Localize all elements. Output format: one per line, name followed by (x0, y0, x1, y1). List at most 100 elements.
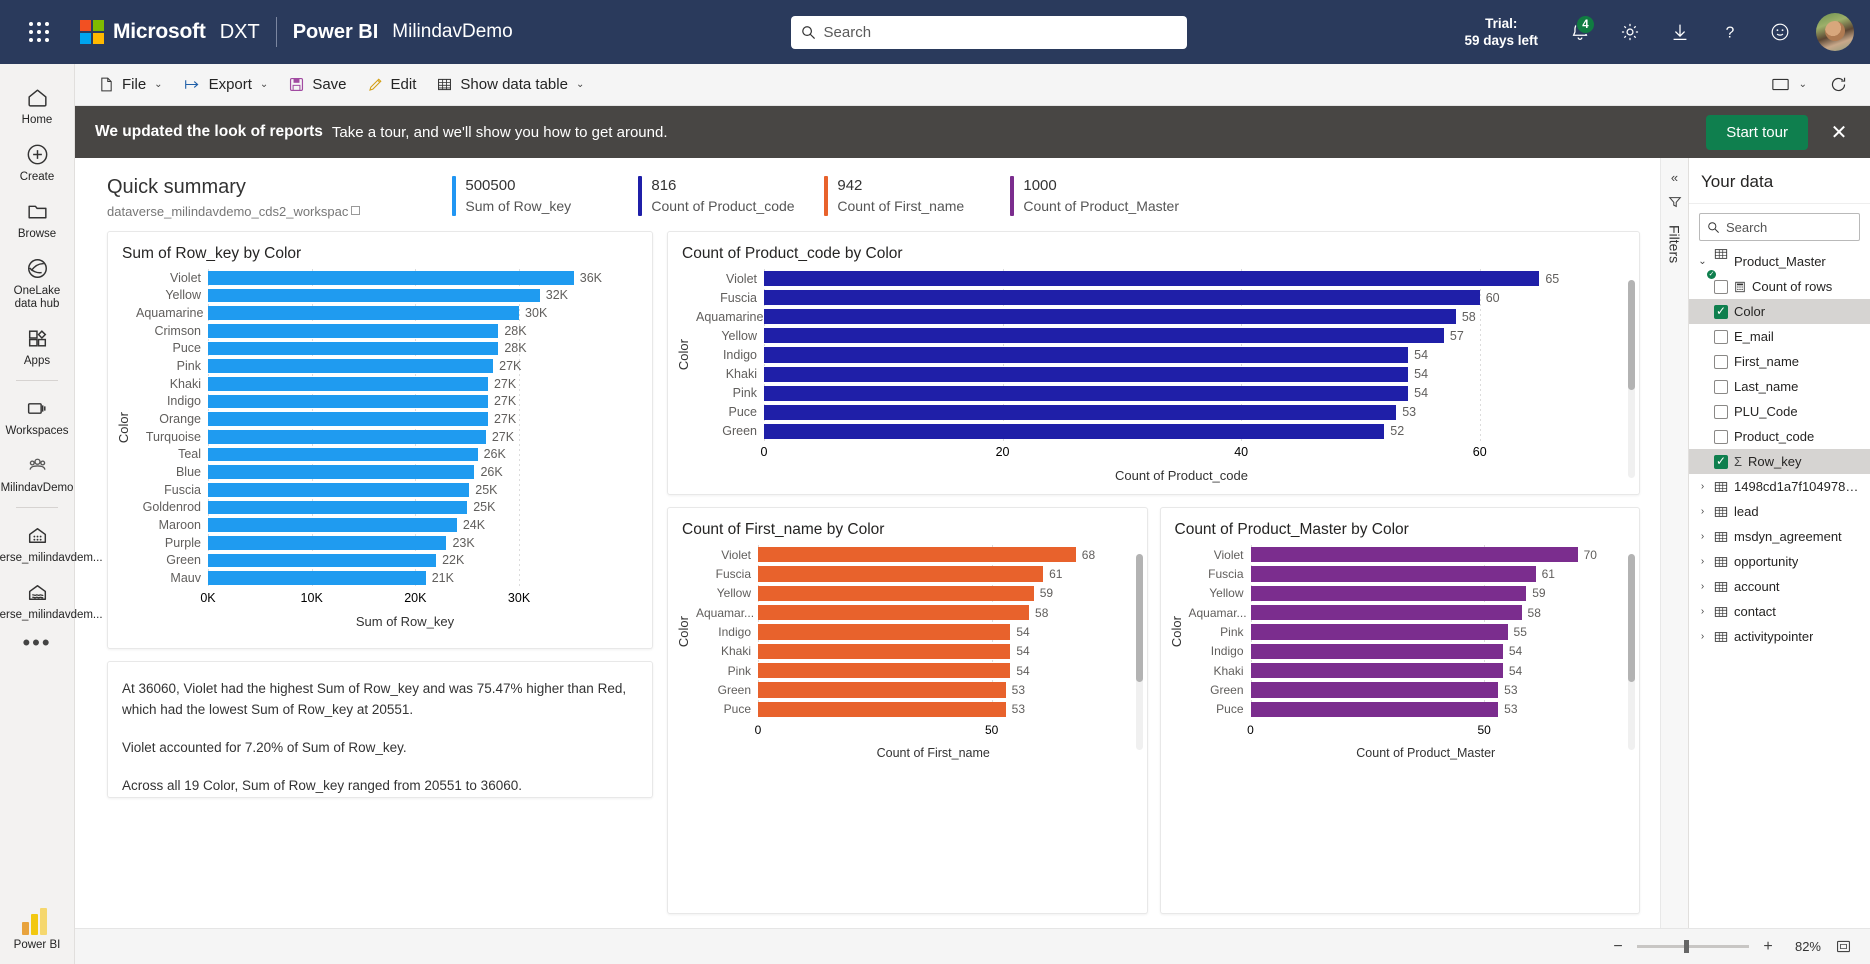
bar-row[interactable]: Teal26K (136, 446, 642, 464)
bar[interactable] (758, 644, 1010, 659)
bar[interactable] (208, 571, 426, 585)
field-checkbox[interactable] (1714, 380, 1728, 394)
data-field-node[interactable]: First_name (1689, 349, 1870, 374)
data-table-node[interactable]: ›contact (1689, 599, 1870, 624)
bar[interactable] (208, 412, 488, 426)
bar-chart[interactable]: ColorViolet70Fuscia61Yellow59Aquamar...5… (1161, 539, 1640, 760)
data-field-node[interactable]: Product_code (1689, 424, 1870, 449)
bar[interactable] (1251, 682, 1499, 697)
bar-row[interactable]: Goldenrod25K (136, 499, 642, 517)
bar-row[interactable]: Yellow32K (136, 287, 642, 305)
kpi-card[interactable]: 816 Count of Product_code (638, 176, 824, 216)
data-table-node[interactable]: ›account (1689, 574, 1870, 599)
field-checkbox[interactable] (1714, 305, 1728, 319)
visual-count-of-product-code-by-color[interactable]: Count of Product_code by Color ColorViol… (667, 231, 1640, 495)
bar[interactable] (764, 367, 1408, 382)
bar-row[interactable]: Fuscia60 (696, 288, 1629, 307)
bar[interactable] (758, 682, 1006, 697)
bar[interactable] (764, 328, 1444, 343)
field-checkbox[interactable] (1714, 355, 1728, 369)
app-launcher-icon[interactable] (16, 9, 62, 55)
data-table-node[interactable]: ›lead (1689, 499, 1870, 524)
bar-row[interactable]: Indigo54 (1189, 642, 1630, 661)
bar-row[interactable]: Fuscia25K (136, 481, 642, 499)
sidebar-item-milindavdemo[interactable]: MilindavDemo (1, 444, 73, 501)
data-field-node[interactable]: Color (1689, 299, 1870, 324)
bar[interactable] (764, 347, 1408, 362)
bar[interactable] (208, 359, 493, 373)
bar[interactable] (764, 424, 1384, 439)
bar-row[interactable]: Crimson28K (136, 322, 642, 340)
bar[interactable] (208, 289, 540, 303)
bar[interactable] (208, 342, 498, 356)
bar-row[interactable]: Violet70 (1189, 545, 1630, 564)
bar-row[interactable]: Violet65 (696, 269, 1629, 288)
bar-row[interactable]: Blue26K (136, 463, 642, 481)
bar[interactable] (208, 483, 469, 497)
sidebar-item-apps[interactable]: Apps (1, 317, 73, 374)
product-name[interactable]: Power BI (293, 21, 379, 44)
bar[interactable] (764, 290, 1480, 305)
bar[interactable] (758, 547, 1076, 562)
bar[interactable] (208, 430, 486, 444)
data-field-node[interactable]: Last_name (1689, 374, 1870, 399)
bar-row[interactable]: Aquamar...58 (696, 603, 1137, 622)
sidebar-item-workspaces[interactable]: Workspaces (1, 387, 73, 444)
edit-button[interactable]: Edit (358, 70, 426, 99)
field-checkbox[interactable] (1714, 330, 1728, 344)
kpi-card[interactable]: 1000 Count of Product_Master (1010, 176, 1196, 216)
visual-count-of-product-master-by-color[interactable]: Count of Product_Master by Color ColorVi… (1160, 507, 1641, 914)
chevron-right-icon[interactable]: › (1697, 531, 1708, 542)
bar[interactable] (1251, 624, 1508, 639)
collapse-pane-button[interactable]: « (1671, 170, 1678, 185)
export-menu-button[interactable]: Export ⌄ (174, 70, 278, 99)
bar[interactable] (764, 309, 1456, 324)
bar-row[interactable]: Aquamar...58 (1189, 603, 1630, 622)
visual-smart-narrative[interactable]: At 36060, Violet had the highest Sum of … (107, 661, 653, 798)
bar[interactable] (758, 566, 1043, 581)
bar-chart[interactable]: ColorViolet36KYellow32KAquamarine30KCrim… (108, 263, 652, 629)
data-search-input[interactable] (1726, 220, 1852, 235)
data-field-node[interactable]: Count of rows (1689, 274, 1870, 299)
bar[interactable] (208, 395, 488, 409)
bar-row[interactable]: Maroon24K (136, 516, 642, 534)
search-input[interactable] (824, 24, 1177, 41)
notifications-icon[interactable]: 4 (1558, 10, 1602, 54)
avatar[interactable] (1816, 13, 1854, 51)
bar-row[interactable]: Pink54 (696, 384, 1629, 403)
zoom-slider-handle[interactable] (1684, 940, 1689, 953)
bar-row[interactable]: Orange27K (136, 410, 642, 428)
view-mode-button[interactable]: ⌄ (1762, 70, 1815, 99)
sidebar-item-onelake-data-hub[interactable]: OneLake data hub (1, 247, 73, 317)
bar-row[interactable]: Green53 (1189, 680, 1630, 699)
close-icon[interactable]: ✕ (1822, 115, 1856, 149)
bar[interactable] (764, 405, 1396, 420)
data-table-node[interactable]: ›1498cd1a7f104978a3... (1689, 474, 1870, 499)
kpi-card[interactable]: 500500 Sum of Row_key (452, 176, 638, 216)
zoom-out-button[interactable]: − (1610, 938, 1626, 956)
bar-row[interactable]: Indigo27K (136, 393, 642, 411)
bar[interactable] (208, 324, 498, 338)
bar-row[interactable]: Green53 (696, 680, 1137, 699)
chevron-right-icon[interactable]: › (1697, 556, 1708, 567)
bar-row[interactable]: Khaki54 (696, 365, 1629, 384)
bar-row[interactable]: Violet36K (136, 269, 642, 287)
chevron-right-icon[interactable]: › (1697, 606, 1708, 617)
bar[interactable] (758, 586, 1034, 601)
search-box[interactable] (791, 16, 1187, 49)
bar[interactable] (764, 271, 1539, 286)
bar-row[interactable]: Khaki27K (136, 375, 642, 393)
settings-icon[interactable] (1608, 10, 1652, 54)
bar-row[interactable]: Purple23K (136, 534, 642, 552)
fit-to-page-icon[interactable] (1832, 936, 1854, 958)
bar[interactable] (208, 448, 478, 462)
bar[interactable] (758, 624, 1010, 639)
sidebar-item-warehouse[interactable]: dataverse_milindavdem... (1, 571, 73, 628)
zoom-slider[interactable] (1637, 945, 1749, 948)
bar-row[interactable]: Turquoise27K (136, 428, 642, 446)
data-field-node[interactable]: ΣRow_key (1689, 449, 1870, 474)
bar[interactable] (208, 377, 488, 391)
bar-row[interactable]: Aquamarine30K (136, 304, 642, 322)
bar-row[interactable]: Green52 (696, 422, 1629, 441)
bar-row[interactable]: Khaki54 (1189, 661, 1630, 680)
